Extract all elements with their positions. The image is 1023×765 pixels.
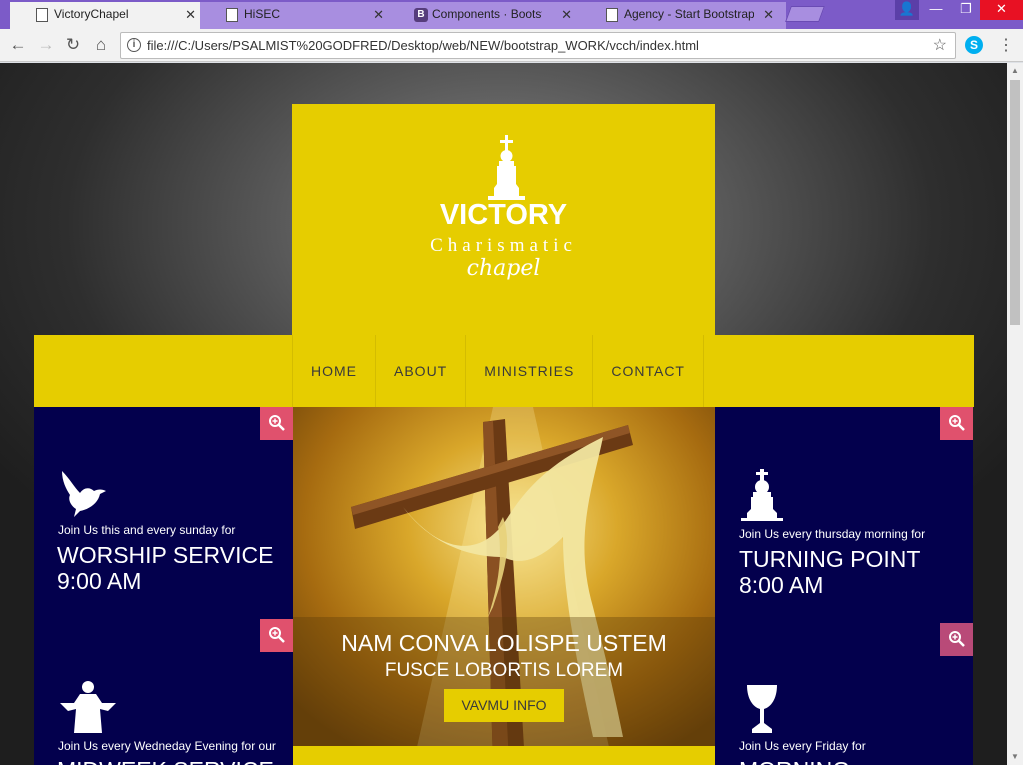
bookmark-star-icon[interactable]: ☆	[933, 33, 947, 58]
zoom-in-icon[interactable]	[940, 407, 973, 440]
chalice-icon	[747, 685, 777, 733]
scroll-up-arrow-icon[interactable]: ▲	[1007, 63, 1023, 79]
minimize-button[interactable]: —	[921, 0, 951, 20]
panel-title: TURNING POINT	[739, 546, 921, 572]
main-navbar: HOME ABOUT MINISTRIES CONTACT	[34, 335, 974, 407]
scroll-down-arrow-icon[interactable]: ▼	[1007, 749, 1023, 765]
tab-title: Agency - Start Bootstrap	[624, 7, 754, 21]
logo-victory-text: VICTORY	[439, 199, 568, 231]
tab-hisec[interactable]: HiSEC ✕	[200, 2, 396, 29]
forward-arrow-icon[interactable]: →	[36, 35, 56, 55]
tab-components-bootstrap[interactable]: B Components · Bootstrap ✕	[388, 2, 584, 29]
page-scrollbar[interactable]: ▲ ▼	[1007, 63, 1023, 765]
close-tab-icon[interactable]: ✕	[185, 2, 196, 27]
nav-about[interactable]: ABOUT	[376, 335, 467, 407]
nav-home[interactable]: HOME	[293, 335, 376, 407]
home-icon[interactable]: ⌂	[91, 35, 111, 55]
user-profile-icon[interactable]: 👤	[895, 0, 919, 20]
panel-time: 8:00 AM	[739, 572, 824, 598]
zoom-in-icon[interactable]	[940, 623, 973, 656]
nav-links: HOME ABOUT MINISTRIES CONTACT	[292, 335, 704, 407]
dove-icon	[62, 471, 106, 517]
scrollbar-thumb[interactable]	[1010, 80, 1020, 325]
worship-service-panel: Join Us this and every sunday for WORSHI…	[34, 407, 293, 619]
window-close-button[interactable]: ✕	[980, 0, 1023, 20]
church-icon	[741, 469, 783, 521]
page-icon	[226, 8, 238, 22]
hero-bottom-strip	[293, 746, 715, 765]
menu-kebab-icon[interactable]: ⋮	[998, 35, 1014, 55]
logo-chapel-text: chapel	[466, 256, 541, 281]
url-input[interactable]: i file:///C:/Users/PSALMIST%20GODFRED/De…	[120, 32, 956, 59]
tab-victorychapel[interactable]: VictoryChapel ✕	[10, 2, 208, 29]
panel-time: 9:00 AM	[57, 568, 142, 594]
bootstrap-icon: B	[414, 8, 428, 22]
site-logo[interactable]: VICTORY Charismatic chapel	[292, 104, 715, 335]
panel-subtitle: Join Us every thursday morning for	[739, 527, 926, 541]
address-bar: ← → ↻ ⌂ i file:///C:/Users/PSALMIST%20GO…	[0, 29, 1023, 62]
browser-tabstrip: VictoryChapel ✕ HiSEC ✕ B Components · B…	[0, 0, 1023, 29]
panel-subtitle: Join Us this and every sunday for	[58, 523, 236, 537]
new-tab-button[interactable]	[785, 6, 825, 22]
hero-heading: NAM CONVA LOLISPE USTEM	[341, 630, 667, 656]
logo-charismatic-text: Charismatic	[430, 235, 577, 256]
maximize-button[interactable]: ❐	[951, 0, 981, 20]
close-tab-icon[interactable]: ✕	[561, 2, 572, 27]
close-tab-icon[interactable]: ✕	[763, 2, 774, 27]
panel-title: MORNING	[739, 757, 850, 765]
panel-subtitle: Join Us every Wedneday Evening for our	[58, 739, 276, 753]
panel-subtitle: Join Us every Friday for	[739, 739, 866, 753]
close-tab-icon[interactable]: ✕	[373, 2, 384, 27]
morning-panel: Join Us every Friday for MORNING	[715, 623, 973, 765]
page-icon	[36, 8, 48, 22]
praying-figure-icon	[60, 681, 116, 733]
nav-ministries[interactable]: MINISTRIES	[466, 335, 594, 407]
hero-subheading: FUSCE LOBORTIS LOREM	[384, 660, 624, 681]
skype-extension-icon[interactable]: S	[965, 36, 983, 54]
info-icon[interactable]: i	[127, 38, 141, 52]
panel-title: WORSHIP SERVICE	[57, 542, 274, 568]
hero-info-button[interactable]: VAVMU INFO	[444, 689, 564, 722]
midweek-service-panel: Join Us every Wedneday Evening for our M…	[34, 619, 293, 765]
nav-contact[interactable]: CONTACT	[593, 335, 704, 407]
turning-point-panel: Join Us every thursday morning for TURNI…	[715, 407, 973, 623]
page-viewport: VICTORY Charismatic chapel HOME ABOUT MI…	[0, 63, 1007, 765]
hero-slide: NAM CONVA LOLISPE USTEM FUSCE LOBORTIS L…	[293, 407, 715, 765]
back-arrow-icon[interactable]: ←	[8, 35, 28, 55]
zoom-in-icon[interactable]	[260, 619, 293, 652]
tab-agency[interactable]: Agency - Start Bootstrap ✕	[580, 2, 786, 29]
reload-icon[interactable]: ↻	[63, 35, 83, 55]
tab-title: VictoryChapel	[54, 7, 129, 21]
page-icon	[606, 8, 618, 22]
panel-title: MIDWEEK SERVICE	[57, 757, 274, 765]
tab-title: Components · Bootstrap	[432, 7, 542, 21]
zoom-in-icon[interactable]	[260, 407, 293, 440]
url-text: file:///C:/Users/PSALMIST%20GODFRED/Desk…	[147, 38, 699, 53]
tab-title: HiSEC	[244, 7, 281, 21]
